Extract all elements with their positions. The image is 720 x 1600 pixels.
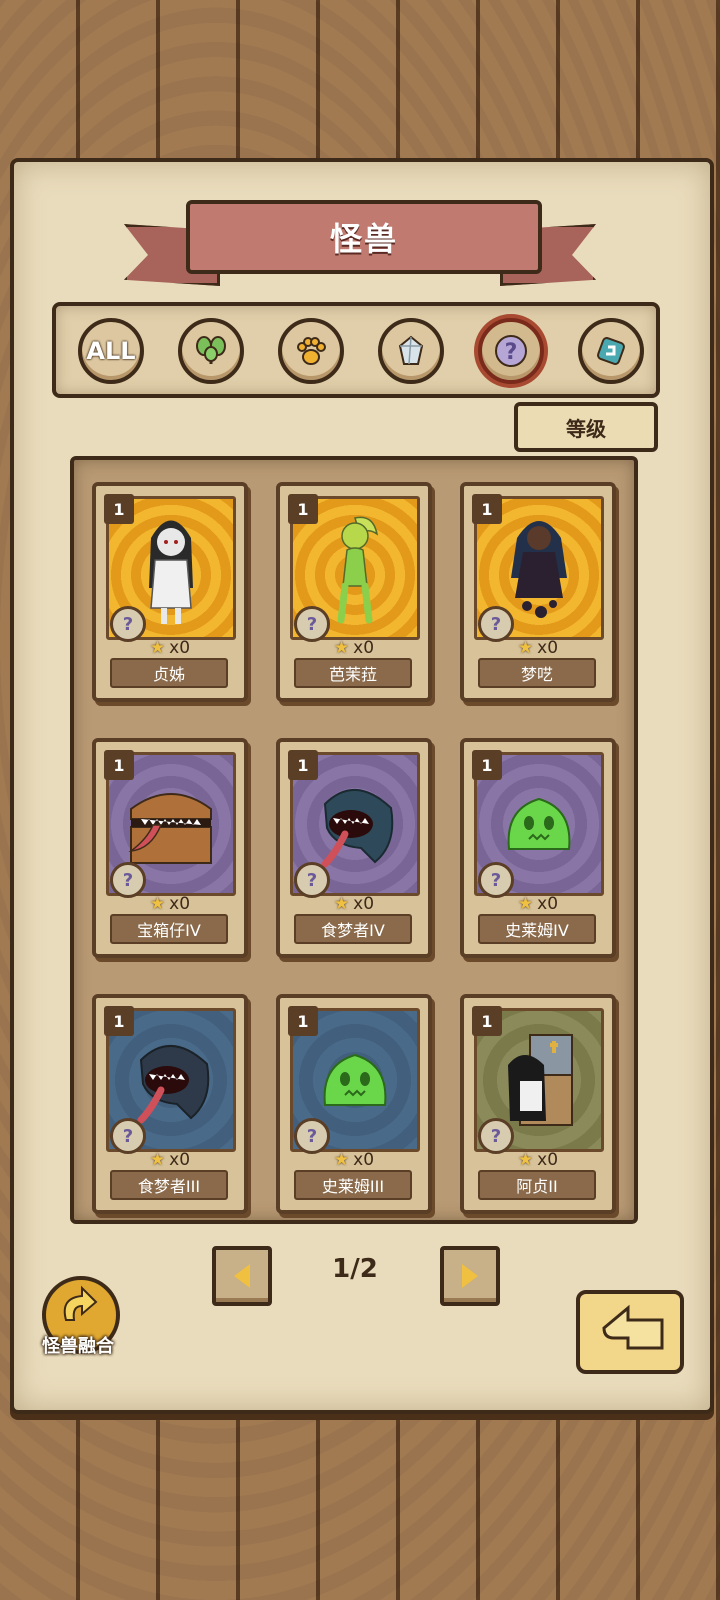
monster-name: 史莱姆IV [478, 914, 596, 944]
unknown-element-badge: ? [294, 862, 330, 898]
monster-card[interactable]: 1 ? ★ x0 贞姊 [92, 482, 248, 702]
monster-card[interactable]: 1 ? ★ x0 史莱姆IV [460, 738, 616, 958]
monster-grid: 1 ? ★ x0 贞姊 1 ? ★ x0 芭茉菈 1 ? ★ x0 梦呓 1 ?… [70, 456, 638, 1224]
monster-name: 贞姊 [110, 658, 228, 688]
monster-card[interactable]: 1 ? ★ x0 梦呓 [460, 482, 616, 702]
monster-card[interactable]: 1 ? ★ x0 食梦者III [92, 994, 248, 1214]
slime-icon [323, 1053, 387, 1106]
question-icon: ? [495, 335, 527, 367]
filter-all-label: ALL [86, 337, 136, 365]
monster-card[interactable]: 1 ? ★ x0 史莱姆III [276, 994, 432, 1214]
star-icon: ★ [149, 894, 166, 914]
monster-name: 宝箱仔IV [110, 914, 228, 944]
arrow-right-icon [462, 1264, 478, 1288]
star-icon: ★ [517, 638, 534, 658]
level-badge: 1 [288, 1006, 318, 1036]
level-badge: 1 [472, 494, 502, 524]
filter-mineral-button[interactable] [378, 318, 444, 384]
owned-count: x0 [353, 1150, 375, 1170]
filter-mystery-button[interactable]: ? [478, 318, 544, 384]
level-badge: 1 [104, 494, 134, 524]
next-page-button[interactable] [440, 1246, 500, 1306]
star-icon: ★ [333, 638, 350, 658]
prev-page-button[interactable] [212, 1246, 272, 1306]
monster-name: 梦呓 [478, 658, 596, 688]
fusion-label: 怪兽融合 [42, 1336, 114, 1357]
level-badge: 1 [472, 1006, 502, 1036]
monster-fusion-button[interactable]: 怪兽融合 [30, 1276, 126, 1372]
star-icon: ★ [333, 894, 350, 914]
star-icon: ★ [333, 1150, 350, 1170]
filter-all-button[interactable]: ALL [78, 318, 144, 384]
ghost-girl-icon [149, 520, 193, 624]
filter-special-button[interactable] [578, 318, 644, 384]
mimic-chest-icon [128, 793, 212, 864]
star-icon: ★ [517, 894, 534, 914]
unknown-element-badge: ? [478, 1118, 514, 1154]
level-badge: 1 [104, 1006, 134, 1036]
filter-bar: ALL ? [52, 302, 660, 398]
sort-level-button[interactable]: 等级 [514, 402, 658, 452]
monster-card[interactable]: 1 ? ★ x0 芭茉菈 [276, 482, 432, 702]
monster-card[interactable]: 1 ? ★ x0 宝箱仔IV [92, 738, 248, 958]
unknown-element-badge: ? [110, 606, 146, 642]
box-ghost-icon [508, 1034, 573, 1126]
monster-card[interactable]: 1 ? ★ x0 食梦者IV [276, 738, 432, 958]
filter-beast-button[interactable] [278, 318, 344, 384]
owned-count: x0 [537, 638, 559, 658]
unknown-element-badge: ? [294, 1118, 330, 1154]
level-badge: 1 [472, 750, 502, 780]
unknown-element-badge: ? [478, 862, 514, 898]
monster-name: 食梦者IV [294, 914, 412, 944]
dark-girl-icon [511, 521, 567, 618]
slime-icon [507, 797, 571, 850]
monster-name: 食梦者III [110, 1170, 228, 1200]
owned-count: x0 [169, 1150, 191, 1170]
owned-count: x0 [169, 638, 191, 658]
star-icon: ★ [149, 638, 166, 658]
unknown-element-badge: ? [110, 862, 146, 898]
leaf-icon [196, 336, 226, 364]
back-button[interactable] [574, 1288, 686, 1380]
return-arrow-icon [576, 1290, 684, 1374]
svg-text:?: ? [505, 340, 518, 365]
monster-name: 阿贞II [478, 1170, 596, 1200]
page-indicator: 1/2 [332, 1254, 378, 1284]
owned-count: x0 [537, 1150, 559, 1170]
level-badge: 1 [288, 494, 318, 524]
level-badge: 1 [288, 750, 318, 780]
arrow-left-icon [234, 1264, 250, 1288]
plant-girl-icon [337, 516, 379, 624]
owned-count: x0 [537, 894, 559, 914]
unknown-element-badge: ? [294, 606, 330, 642]
owned-count: x0 [353, 638, 375, 658]
spiral-icon [597, 337, 625, 365]
title-ribbon: 怪兽 [124, 196, 596, 286]
monster-name: 史莱姆III [294, 1170, 412, 1200]
unknown-element-badge: ? [478, 606, 514, 642]
owned-count: x0 [169, 894, 191, 914]
paw-icon [297, 337, 326, 365]
filter-plant-button[interactable] [178, 318, 244, 384]
monster-card[interactable]: 1 ? ★ x0 阿贞II [460, 994, 616, 1214]
level-badge: 1 [104, 750, 134, 780]
owned-count: x0 [353, 894, 375, 914]
dream-eater-icon [321, 789, 394, 868]
star-icon: ★ [149, 1150, 166, 1170]
star-icon: ★ [517, 1150, 534, 1170]
page-title: 怪兽 [186, 200, 542, 274]
monster-name: 芭茉菈 [294, 658, 412, 688]
crystal-icon [398, 335, 424, 365]
unknown-element-badge: ? [110, 1118, 146, 1154]
dream-eater-icon [137, 1045, 210, 1124]
